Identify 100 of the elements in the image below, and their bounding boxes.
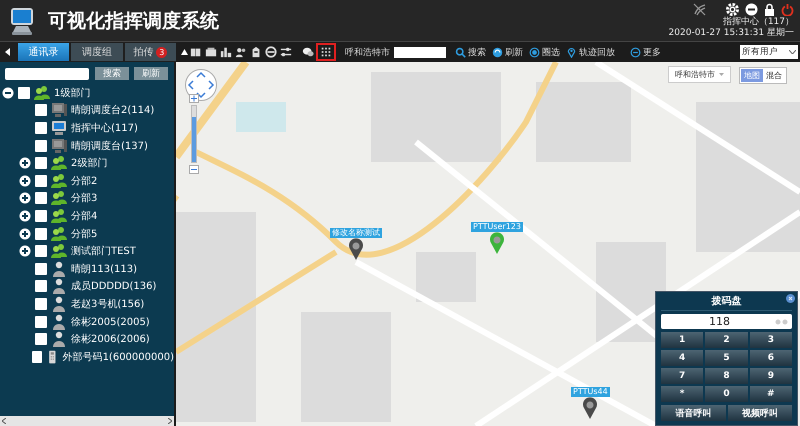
dial-key[interactable]: 1: [661, 332, 704, 348]
tree-checkbox[interactable]: [35, 280, 47, 292]
tree-checkbox[interactable]: [35, 174, 47, 187]
sliders-tool-button[interactable]: [279, 45, 293, 59]
expand-icon[interactable]: [19, 192, 31, 204]
cards-tool-button[interactable]: [204, 45, 218, 59]
panel-tab[interactable]: 调度组: [71, 43, 123, 61]
tree-item-label[interactable]: 老赵3号机(156): [71, 296, 144, 311]
dial-key[interactable]: 3: [750, 332, 792, 348]
lock-icon[interactable]: [764, 3, 775, 16]
toolbar-action[interactable]: 刷新: [492, 46, 523, 58]
dial-key[interactable]: 4: [661, 350, 704, 366]
zoom-out-button[interactable]: [189, 165, 199, 174]
tree-checkbox[interactable]: [35, 192, 47, 204]
zoom-in-button[interactable]: [189, 94, 199, 103]
grid-tool-button[interactable]: [316, 43, 336, 61]
collapse-icon[interactable]: [2, 86, 14, 99]
no-signal-icon[interactable]: [693, 3, 706, 16]
user-filter-dropdown[interactable]: 所有用户: [740, 45, 798, 59]
tree-item-label[interactable]: 测试部门TEST: [71, 244, 136, 258]
collapse-arrow-icon[interactable]: [5, 48, 11, 56]
expand-icon[interactable]: [19, 210, 31, 222]
tree-item-label[interactable]: 成员DDDDD(136): [71, 279, 156, 294]
people-icon: [51, 155, 67, 172]
city-dropdown[interactable]: 呼和浩特市: [668, 66, 731, 83]
power-icon[interactable]: [781, 3, 794, 16]
dial-number-field[interactable]: 118: [661, 314, 792, 329]
tree-item-label[interactable]: 分部3: [71, 191, 98, 206]
toolbar-action[interactable]: 更多: [630, 46, 661, 58]
expand-icon[interactable]: [19, 174, 31, 187]
caret-icon: [719, 73, 724, 76]
people-tool-button[interactable]: [234, 45, 248, 59]
tree-item-label[interactable]: 2级部门: [71, 156, 108, 170]
call-button[interactable]: 视频呼叫: [728, 405, 792, 421]
chat-tool-button[interactable]: [301, 45, 315, 59]
tree-checkbox[interactable]: [32, 350, 42, 363]
tree-item-label[interactable]: 分部2: [71, 174, 98, 188]
dial-key[interactable]: 8: [705, 368, 748, 384]
dial-key[interactable]: 9: [750, 368, 792, 384]
people-icon: [51, 208, 67, 224]
scroll-left-icon[interactable]: [2, 418, 6, 424]
tree-checkbox[interactable]: [35, 316, 47, 328]
app-title: 可视化指挥调度系统: [48, 8, 220, 34]
toolbar-action[interactable]: 轨迹回放: [566, 46, 615, 58]
minimize-icon[interactable]: [745, 3, 758, 16]
plus-icon: [190, 95, 198, 102]
call-button[interactable]: 语音呼叫: [661, 405, 726, 421]
dial-key[interactable]: 6: [750, 350, 792, 366]
tree-checkbox[interactable]: [35, 245, 47, 258]
map-mode-toggle[interactable]: 混合: [763, 69, 785, 82]
dial-key[interactable]: 2: [705, 332, 748, 348]
tree-checkbox[interactable]: [35, 262, 47, 275]
zoom-slider[interactable]: [191, 105, 197, 163]
book-icon: [190, 46, 202, 58]
contact-search-field[interactable]: [5, 68, 89, 80]
expand-icon[interactable]: [19, 157, 31, 170]
tree-checkbox[interactable]: [35, 228, 47, 240]
tree-item-label[interactable]: 徐彬2005(2005): [71, 314, 150, 329]
dial-key[interactable]: 5: [705, 350, 748, 366]
monitor-icon: [51, 120, 67, 136]
horizontal-scrollbar[interactable]: [0, 416, 174, 426]
tree-checkbox[interactable]: [18, 86, 30, 99]
close-icon[interactable]: [786, 294, 795, 303]
tree-item-label[interactable]: 晴朗调度台(137): [71, 138, 148, 153]
tree-checkbox[interactable]: [35, 157, 47, 170]
tree-item-label[interactable]: 外部号码1(600000000): [62, 350, 174, 364]
expand-icon[interactable]: [19, 245, 31, 258]
count-badge: 3: [156, 46, 168, 58]
pan-control-icon[interactable]: [184, 68, 218, 102]
tree-item-label[interactable]: 分部5: [71, 226, 98, 241]
tree-item-label[interactable]: 指挥中心(117): [71, 120, 138, 135]
scroll-right-icon[interactable]: [168, 418, 172, 424]
dial-key[interactable]: *: [661, 386, 704, 402]
dial-key[interactable]: 0: [705, 386, 748, 402]
tree-checkbox[interactable]: [35, 333, 47, 346]
search-field[interactable]: [394, 46, 446, 58]
tree-item-label[interactable]: 晴朗调度台2(114): [71, 103, 154, 118]
panel-tab[interactable]: 拍传 3: [124, 43, 176, 61]
settings-icon[interactable]: [726, 3, 739, 16]
tree-checkbox[interactable]: [35, 122, 47, 134]
tree-checkbox[interactable]: [35, 298, 47, 310]
tree-item-label[interactable]: 徐彬2006(2006): [71, 332, 150, 346]
tree-checkbox[interactable]: [35, 140, 47, 152]
tree-item-label[interactable]: 1级部门: [54, 86, 90, 100]
bar-chart-tool-button[interactable]: [219, 45, 233, 59]
map-pin-icon[interactable]: [348, 238, 364, 260]
date-time: 2020-01-27 15:31:31 星期一: [668, 28, 794, 38]
toolbar-action[interactable]: 圈选: [529, 46, 560, 58]
tree-item-label[interactable]: 晴朗113(113): [71, 262, 137, 276]
tree-checkbox[interactable]: [35, 104, 47, 116]
toolbar-action[interactable]: 搜索: [455, 46, 486, 58]
tree-checkbox[interactable]: [35, 210, 47, 222]
expand-arrow-icon[interactable]: [181, 49, 188, 55]
dial-key[interactable]: 7: [661, 368, 704, 384]
map-pin-icon[interactable]: [582, 397, 598, 419]
chat-icon: [302, 46, 314, 58]
expand-icon[interactable]: [19, 228, 31, 240]
panel-tab[interactable]: 通讯录: [18, 43, 70, 61]
dial-key[interactable]: #: [750, 386, 792, 402]
tree-item-label[interactable]: 分部4: [71, 208, 98, 223]
